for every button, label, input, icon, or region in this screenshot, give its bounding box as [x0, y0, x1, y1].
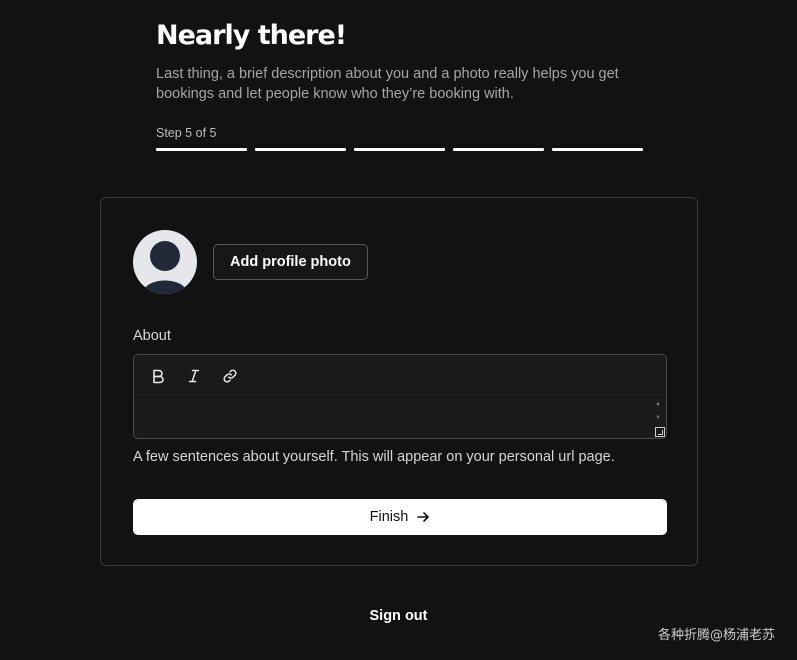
about-editor: ▲ ▼	[133, 354, 667, 439]
progress-step-2	[255, 148, 346, 151]
about-helper-text: A few sentences about yourself. This wil…	[133, 449, 615, 465]
add-profile-photo-button[interactable]: Add profile photo	[213, 244, 368, 280]
subtitle-line-2: bookings and let people know who they’re…	[156, 86, 514, 102]
bold-button[interactable]	[144, 362, 172, 390]
watermark-text: 各种折腾@杨浦老苏	[657, 628, 775, 643]
progress-step-1	[156, 148, 247, 151]
italic-icon	[188, 369, 200, 383]
page-subtitle: Last thing, a brief description about yo…	[156, 64, 646, 104]
user-silhouette-icon	[143, 241, 187, 294]
avatar	[133, 230, 197, 294]
italic-button[interactable]	[180, 362, 208, 390]
progress-step-5	[552, 148, 643, 151]
link-icon	[223, 369, 237, 383]
scroll-down-arrow-icon[interactable]: ▼	[654, 415, 662, 421]
onboarding-page: Nearly there! Last thing, a brief descri…	[0, 0, 797, 660]
progress-step-3	[354, 148, 445, 151]
about-label: About	[133, 328, 171, 344]
profile-card: Add profile photo About ▲ ▼ A few senten…	[100, 197, 698, 566]
progress-step-4	[453, 148, 544, 151]
bold-icon	[153, 369, 164, 384]
resize-handle-icon[interactable]	[655, 427, 665, 437]
page-title: Nearly there!	[156, 20, 347, 51]
finish-button-label: Finish	[369, 509, 409, 525]
link-button[interactable]	[216, 362, 244, 390]
avatar-row: Add profile photo	[133, 230, 368, 294]
about-textarea[interactable]	[134, 398, 666, 438]
finish-button[interactable]: Finish	[133, 499, 667, 535]
step-indicator-label: Step 5 of 5	[156, 126, 217, 140]
editor-toolbar	[134, 355, 666, 398]
scroll-up-arrow-icon[interactable]: ▲	[654, 401, 662, 407]
arrow-right-icon	[417, 512, 430, 522]
subtitle-line-1: Last thing, a brief description about yo…	[156, 66, 619, 82]
step-progress-bar	[156, 148, 646, 151]
sign-out-link[interactable]: Sign out	[0, 608, 797, 624]
onboarding-header: Nearly there! Last thing, a brief descri…	[156, 18, 646, 151]
